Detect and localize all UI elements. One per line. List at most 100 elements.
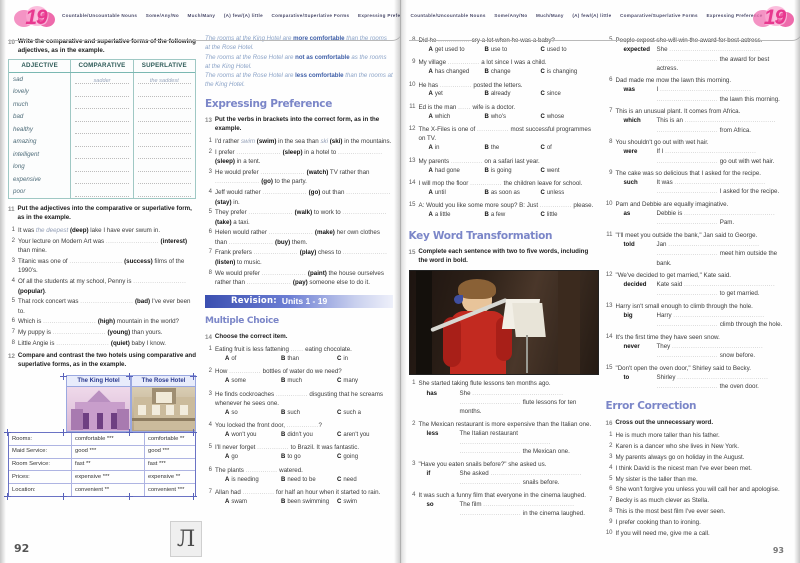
answer-blank[interactable]: .........................	[69, 258, 122, 265]
option-a[interactable]: Aswam	[225, 498, 281, 507]
option-b[interactable]: Bwho's	[485, 113, 541, 122]
item-text[interactable]: Karen is a dancer who she lives in New Y…	[616, 442, 793, 451]
answer-line[interactable]: I ......................................…	[657, 85, 793, 104]
answer-blank[interactable]: the deepest	[36, 227, 68, 234]
answer-line[interactable]: It was .................................…	[657, 178, 793, 197]
option-c[interactable]: Cunless	[541, 189, 597, 198]
answer-blank[interactable]: .....................	[260, 169, 305, 176]
answer-blank[interactable]: .....................	[342, 209, 387, 216]
option-b[interactable]: Bthan	[281, 355, 337, 364]
superlative-cell[interactable]	[137, 127, 191, 135]
superlative-cell[interactable]	[137, 164, 191, 172]
option-c[interactable]: Csuch a	[337, 409, 393, 418]
answer-line[interactable]: If I ...................................…	[657, 147, 793, 166]
superlative-cell[interactable]	[137, 139, 191, 147]
comparative-cell[interactable]	[75, 152, 129, 160]
option-a[interactable]: Awhich	[429, 113, 485, 122]
comparative-cell[interactable]	[75, 127, 129, 135]
superlative-cell[interactable]	[137, 189, 191, 197]
option-b[interactable]: Bneed to be	[281, 476, 337, 485]
option-c[interactable]: Cof	[541, 144, 597, 153]
option-c[interactable]: Csince	[541, 90, 597, 99]
option-a[interactable]: Ain	[429, 144, 485, 153]
answer-blank[interactable]: .....................	[346, 189, 391, 196]
option-b[interactable]: Bmuch	[281, 377, 337, 386]
option-b[interactable]: Balready	[485, 90, 541, 99]
superlative-cell[interactable]	[137, 102, 191, 110]
superlative-cell[interactable]	[137, 177, 191, 185]
option-b[interactable]: Ba few	[485, 211, 541, 220]
answer-line[interactable]: Jan ....................................…	[657, 240, 793, 268]
answer-blank[interactable]: .........................	[106, 238, 159, 245]
answer-blank[interactable]: swim	[241, 138, 255, 145]
comparative-cell[interactable]	[75, 177, 129, 185]
answer-blank[interactable]: .....................	[236, 149, 281, 156]
option-c[interactable]: Cwent	[541, 167, 597, 176]
answer-blank[interactable]: .....................	[248, 209, 293, 216]
answer-line[interactable]: They ...................................…	[657, 342, 793, 361]
option-b[interactable]: Bdidn't you	[281, 431, 337, 440]
option-c[interactable]: Cswim	[337, 498, 393, 507]
item-text[interactable]: I think David is the nicest man I've eve…	[616, 464, 793, 473]
option-a[interactable]: Ahas changed	[429, 68, 485, 77]
option-b[interactable]: Buse to	[485, 46, 541, 55]
option-a[interactable]: Ahad gone	[429, 167, 485, 176]
option-b[interactable]: Bas soon as	[485, 189, 541, 198]
answer-line[interactable]: Harry ..................................…	[657, 311, 793, 330]
option-a[interactable]: Ayet	[429, 90, 485, 99]
option-b[interactable]: Bthe	[485, 144, 541, 153]
superlative-cell[interactable]	[137, 152, 191, 160]
answer-blank[interactable]: .....................	[262, 189, 307, 196]
answer-blank[interactable]: .........................	[43, 318, 96, 325]
option-a[interactable]: Aget used to	[429, 46, 485, 55]
answer-blank[interactable]: .........................	[53, 329, 106, 336]
option-a[interactable]: Auntil	[429, 189, 485, 198]
superlative-cell[interactable]	[137, 89, 191, 97]
answer-blank[interactable]: .....................	[269, 229, 314, 236]
comparative-cell[interactable]	[75, 139, 129, 147]
option-c[interactable]: Clittle	[541, 211, 597, 220]
answer-line[interactable]: The Italian restaurant .................…	[460, 429, 597, 457]
answer-blank[interactable]: .....................	[215, 178, 260, 185]
option-a[interactable]: Ais needing	[225, 476, 281, 485]
option-c[interactable]: Cneed	[337, 476, 393, 485]
comparative-cell[interactable]	[75, 189, 129, 197]
option-a[interactable]: Aso	[225, 409, 281, 418]
option-a[interactable]: Ago	[225, 453, 281, 462]
option-c[interactable]: Cis changing	[541, 68, 597, 77]
option-b[interactable]: Bsuch	[281, 409, 337, 418]
option-c[interactable]: Cmany	[337, 377, 393, 386]
answer-blank[interactable]: .....................	[262, 270, 307, 277]
option-a[interactable]: Aof	[225, 355, 281, 364]
comparative-cell[interactable]	[75, 164, 129, 172]
answer-blank[interactable]: ski	[320, 138, 328, 145]
item-text[interactable]: If you will need me, give me a call.	[616, 529, 793, 538]
answer-line[interactable]: She asked ..............................…	[460, 469, 597, 488]
answer-line[interactable]: She ....................................…	[657, 45, 793, 73]
option-c[interactable]: Cused to	[541, 46, 597, 55]
comparative-cell[interactable]	[75, 89, 129, 97]
answer-blank[interactable]: .....................	[247, 279, 292, 286]
superlative-cell[interactable]	[137, 114, 191, 122]
answer-line[interactable]: The film ...............................…	[460, 500, 597, 519]
item-text[interactable]: My parents always go on holiday in the A…	[616, 453, 793, 462]
item-text[interactable]: Becky is as much clever as Stella.	[616, 496, 793, 505]
answer-blank[interactable]: .....................	[229, 239, 274, 246]
option-b[interactable]: Bis going	[485, 167, 541, 176]
comparative-cell[interactable]	[75, 102, 129, 110]
item-text[interactable]: I prefer cooking than to ironing.	[616, 518, 793, 527]
answer-blank[interactable]: .........................	[56, 340, 109, 347]
option-c[interactable]: Cgoing	[337, 453, 393, 462]
option-c[interactable]: Caren't you	[337, 431, 393, 440]
answer-line[interactable]: Shirley ................................…	[657, 373, 793, 392]
item-text[interactable]: She won't forgive you unless you will ca…	[616, 485, 793, 494]
answer-line[interactable]: Debbie is ..............................…	[657, 209, 793, 228]
option-c[interactable]: Cwhose	[541, 113, 597, 122]
option-a[interactable]: Aa little	[429, 211, 485, 220]
item-text[interactable]: He is much more taller than his father.	[616, 431, 793, 440]
item-text[interactable]: This is the most best film I've ever see…	[616, 507, 793, 516]
option-b[interactable]: Bbeen swimming	[281, 498, 337, 507]
answer-line[interactable]: Kate said ..............................…	[657, 280, 793, 299]
comparative-cell[interactable]: sadder	[75, 77, 129, 85]
answer-blank[interactable]: .....................	[254, 249, 299, 256]
